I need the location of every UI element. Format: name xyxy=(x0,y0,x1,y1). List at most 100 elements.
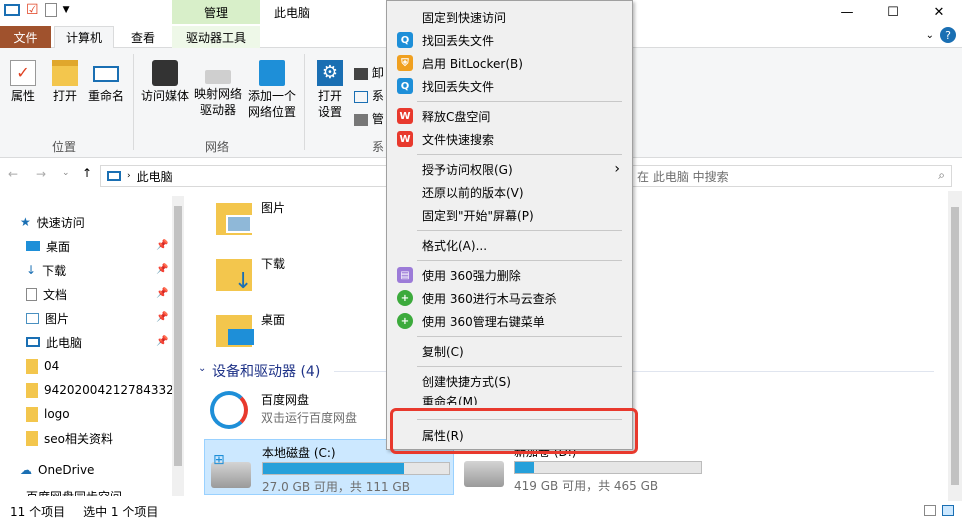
nav-item-documents[interactable]: 文档 xyxy=(26,283,176,305)
address-input[interactable]: › 此电脑 xyxy=(100,165,390,187)
menu-rename[interactable]: 重命名(M) xyxy=(387,393,632,405)
tab-drive-tools[interactable]: 驱动器工具 xyxy=(172,26,260,48)
chevron-right-icon[interactable]: › xyxy=(127,171,131,181)
close-icon[interactable]: ✕ xyxy=(916,0,962,24)
chevron-down-icon[interactable]: ⌄ xyxy=(62,168,70,178)
add-network-location-button[interactable]: 添加一个 网络位置 xyxy=(246,60,298,120)
folder-icon xyxy=(26,382,38,398)
details-view-icon[interactable] xyxy=(924,505,936,516)
rename-button[interactable]: 重命名 xyxy=(86,60,126,104)
pin-icon[interactable]: 📌 xyxy=(156,312,168,323)
pin-icon[interactable]: 📌 xyxy=(156,288,168,299)
scrollbar-thumb[interactable] xyxy=(174,206,182,466)
desktop-folder-icon[interactable] xyxy=(216,309,256,349)
pin-icon[interactable]: 📌 xyxy=(156,264,168,275)
tiles-view-icon[interactable] xyxy=(942,505,954,516)
nav-item-onedrive[interactable]: ☁ OneDrive xyxy=(20,459,170,481)
chevron-down-icon[interactable]: ⌄ xyxy=(926,30,934,41)
nav-scrollbar[interactable] xyxy=(172,196,184,496)
folder-label-pictures[interactable]: 图片 xyxy=(261,199,285,216)
search-icon[interactable]: ⌕ xyxy=(938,168,945,183)
context-tab-header: 管理 xyxy=(172,0,260,24)
nav-item-long-folder[interactable]: 94202004212784332 xyxy=(26,379,176,401)
desktop-icon xyxy=(26,241,40,251)
quick-access-toolbar: ☑ ▼ xyxy=(4,2,69,18)
nav-item-desktop[interactable]: 桌面 xyxy=(26,235,176,257)
download-icon: ↓ xyxy=(26,263,37,277)
tab-file[interactable]: 文件 xyxy=(0,26,51,48)
star-icon: ★ xyxy=(20,215,31,229)
pin-icon[interactable]: 📌 xyxy=(156,240,168,251)
menu-bitlocker[interactable]: ⛨ 启用 BitLocker(B) xyxy=(387,52,632,74)
menu-grant-access[interactable]: 授予访问权限(G) › xyxy=(387,158,632,180)
properties-button[interactable]: ✓ 属性 xyxy=(6,60,40,104)
menu-restore-versions[interactable]: 还原以前的版本(V) xyxy=(387,181,632,203)
help-icon[interactable]: ? xyxy=(940,27,956,43)
search-input[interactable]: 在 此电脑 中搜索 ⌕ xyxy=(630,165,952,187)
up-arrow-icon[interactable]: ↑ xyxy=(82,166,92,180)
usage-bar-d xyxy=(514,461,702,474)
navigation-pane: ★ 快速访问 桌面 📌 ↓ 下载 📌 文档 📌 图片 📌 此电脑 📌 04 9420… xyxy=(0,196,186,496)
media-icon xyxy=(152,60,178,86)
tab-computer[interactable]: 计算机 xyxy=(54,26,114,48)
computer-icon[interactable] xyxy=(4,4,20,16)
menu-pin-start[interactable]: 固定到"开始"屏幕(P) xyxy=(387,204,632,226)
menu-recover-files-2[interactable]: Q 找回丢失文件 xyxy=(387,75,632,97)
system-properties-button[interactable]: 系 xyxy=(354,85,384,108)
folder-icon xyxy=(52,60,78,86)
nav-item-seo[interactable]: seo相关资料 xyxy=(26,427,176,449)
360-icon: + xyxy=(397,290,413,306)
manage-button[interactable]: 管 xyxy=(354,108,384,131)
network-location-icon xyxy=(259,60,285,86)
group-location: 位置 xyxy=(52,140,77,154)
nav-item-this-pc[interactable]: 此电脑 xyxy=(26,331,176,353)
nav-item-baidu-sync[interactable]: 百度网盘同步空间 xyxy=(26,488,176,496)
item-count: 11 个项目 xyxy=(10,504,66,519)
menu-free-c-space[interactable]: W 释放C盘空间 xyxy=(387,105,632,127)
pictures-folder-icon[interactable] xyxy=(216,197,256,237)
menu-recover-files-1[interactable]: Q 找回丢失文件 xyxy=(387,29,632,51)
maximize-icon[interactable]: ☐ xyxy=(870,0,916,24)
minimize-icon[interactable]: — xyxy=(824,0,870,24)
system-icon xyxy=(354,90,368,103)
folder-label-desktop[interactable]: 桌面 xyxy=(261,311,285,328)
properties-icon[interactable]: ☑ xyxy=(26,2,39,18)
chevron-down-icon[interactable]: ▼ xyxy=(63,5,70,15)
selected-count: 选中 1 个项目 xyxy=(83,504,159,519)
menu-360-delete[interactable]: ▤ 使用 360强力删除 xyxy=(387,264,632,286)
usage-bar-c xyxy=(262,462,450,475)
uninstall-button[interactable]: 卸 xyxy=(354,62,384,85)
new-folder-icon[interactable] xyxy=(44,3,57,17)
nav-item-logo[interactable]: logo xyxy=(26,403,176,425)
recover-icon: Q xyxy=(397,78,413,94)
chevron-down-icon[interactable]: ⌄ xyxy=(198,363,206,374)
pin-icon[interactable]: 📌 xyxy=(156,336,168,347)
nav-item-04[interactable]: 04 xyxy=(26,355,176,377)
nav-item-pictures[interactable]: 图片 xyxy=(26,307,176,329)
content-scrollbar[interactable] xyxy=(948,191,962,501)
downloads-folder-icon[interactable]: ↓ xyxy=(216,253,256,293)
windows-logo-icon: ⊞ xyxy=(213,452,225,468)
folder-label-downloads[interactable]: 下载 xyxy=(261,255,285,272)
tab-view[interactable]: 查看 xyxy=(120,26,166,48)
access-media-button[interactable]: 访问媒体 xyxy=(138,60,192,104)
open-settings-button[interactable]: ⚙ 打开 设置 xyxy=(310,60,350,120)
menu-create-shortcut[interactable]: 创建快捷方式(S) xyxy=(387,370,632,392)
menu-format[interactable]: 格式化(A)... xyxy=(387,234,632,256)
open-button[interactable]: 打开 xyxy=(48,60,82,104)
baidu-drive[interactable]: 百度网盘 双击运行百度网盘 xyxy=(206,389,406,445)
map-network-drive-button[interactable]: 映射网络 驱动器 xyxy=(192,60,244,118)
devices-section-title[interactable]: 设备和驱动器 (4) xyxy=(212,361,320,381)
highlight-annotation xyxy=(390,408,638,454)
menu-copy[interactable]: 复制(C) xyxy=(387,340,632,362)
menu-360-manage[interactable]: + 使用 360管理右键菜单 xyxy=(387,310,632,332)
manage-icon xyxy=(354,113,368,126)
menu-quick-search[interactable]: W 文件快速搜索 xyxy=(387,128,632,150)
back-arrow-icon[interactable]: ← xyxy=(8,167,18,181)
nav-item-downloads[interactable]: ↓ 下载 xyxy=(26,259,176,281)
menu-pin-quick-access[interactable]: 固定到快速访问 xyxy=(387,6,632,28)
scrollbar-thumb[interactable] xyxy=(951,207,959,485)
nav-quick-access[interactable]: ★ 快速访问 xyxy=(20,211,170,233)
forward-arrow-icon[interactable]: → xyxy=(36,167,46,181)
menu-360-scan[interactable]: + 使用 360进行木马云查杀 xyxy=(387,287,632,309)
